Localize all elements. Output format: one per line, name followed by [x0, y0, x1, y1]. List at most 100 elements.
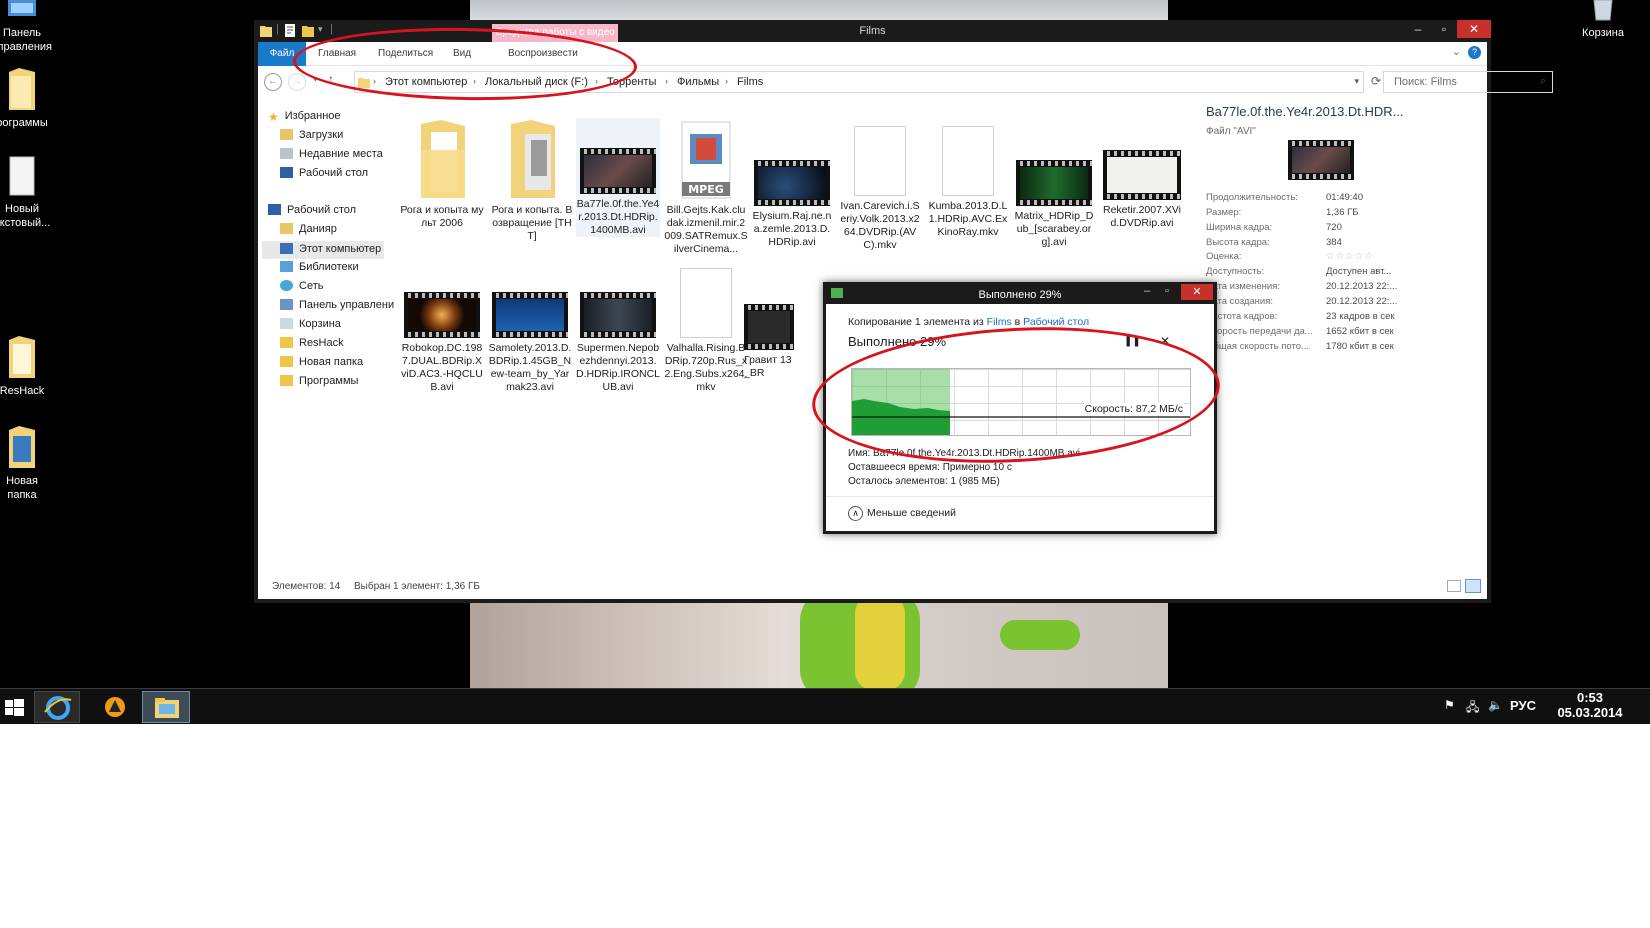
nav-item-reshack[interactable]: ResHack [280, 337, 344, 355]
file-item[interactable]: Рога и копыта мульт 2006 [400, 120, 484, 230]
nav-item-recent-places[interactable]: Недавние места [280, 148, 383, 166]
refresh-icon[interactable]: ⟳ [1371, 74, 1381, 88]
clock[interactable]: 0:53 05.03.2014 [1550, 690, 1630, 720]
speed-label: Скорость: 87,2 МБ/с [1083, 403, 1184, 415]
tab-file[interactable]: Файл [258, 42, 306, 66]
desktop-icon-control-panel[interactable]: Панель управления [0, 0, 52, 54]
mpeg-file-icon: MPEG [681, 121, 731, 199]
nav-item-control-panel[interactable]: Панель управлени [280, 299, 394, 317]
file-item[interactable]: MPEG Bill.Gejts.Kak.cludak.izmenil.mir.2… [664, 120, 748, 256]
nav-item-downloads[interactable]: Загрузки [280, 129, 343, 147]
nav-item-favorites[interactable]: ★ Избранное [268, 110, 341, 128]
source-link[interactable]: Films [987, 316, 1012, 328]
details-view-icon[interactable] [1447, 580, 1461, 592]
star-icon: ★ [268, 110, 279, 124]
file-item[interactable]: Гравит 13_BR [744, 264, 794, 380]
less-details-button[interactable]: ∧ Меньше сведений [848, 506, 956, 521]
close-button[interactable]: ✕ [1181, 284, 1213, 300]
nav-item-user[interactable]: Данияр [280, 223, 337, 241]
file-item-selected[interactable]: Ba77le.0f.the.Ye4r.2013.Dt.HDRip.1400MB.… [576, 118, 660, 237]
nav-item-recycle-bin[interactable]: Корзина [280, 318, 341, 336]
search-icon[interactable]: ⌕ [1540, 75, 1546, 88]
file-item[interactable]: Samolety.2013.D.BDRip.1.45GB_New-team_by… [488, 264, 572, 394]
tab-view[interactable]: Вид [453, 48, 471, 59]
breadcrumb-drive[interactable]: Локальный диск (F:) [485, 76, 588, 88]
file-item[interactable]: Supermen.Nepobezhdennyi.2013.D.HDRip.IRO… [576, 264, 660, 394]
nav-item-this-pc[interactable]: Этот компьютер [262, 241, 384, 259]
file-item[interactable]: Reketir.2007.XVid.DVDRip.avi [1100, 120, 1184, 230]
file-item[interactable]: Matrix_HDRip_Dub_[scarabey.org].avi [1012, 120, 1096, 249]
file-item[interactable]: Valhalla.Rising.BDRip.720p.Rus_x2.Eng.Su… [664, 264, 748, 394]
chevron-down-icon[interactable]: ▾ [1354, 76, 1359, 87]
file-item[interactable]: Elysium.Raj.ne.na.zemle.2013.D.HDRip.avi [750, 120, 834, 249]
prop-rating[interactable]: Оценка: ☆☆☆☆☆ [1206, 251, 1436, 262]
computer-icon [280, 243, 293, 254]
minimize-button[interactable]: – [1405, 20, 1431, 38]
maximize-button[interactable]: ▫ [1431, 20, 1457, 38]
copy-description: Копирование 1 элемента из Films в Рабочи… [848, 316, 1090, 328]
search-input[interactable]: Поиск: Films ⌕ [1383, 71, 1553, 93]
progress-heading: Выполнено 29% [848, 334, 947, 349]
nav-item-programs[interactable]: Программы [280, 375, 358, 393]
recycle-bin-icon [1593, 0, 1613, 21]
minimize-button[interactable]: – [1137, 285, 1157, 297]
taskbar-explorer[interactable] [142, 691, 190, 723]
cancel-button[interactable]: ✕ [1160, 334, 1170, 348]
desktop-icon-new-folder[interactable]: Новая папка [0, 424, 52, 502]
help-icon[interactable]: ? [1468, 46, 1481, 59]
file-item[interactable]: Kumba.2013.D.L1.HDRip.AVC.ExKinoRay.mkv [926, 120, 1010, 239]
flag-icon[interactable]: ⚑ [1444, 698, 1455, 712]
back-button[interactable]: ← [264, 73, 282, 91]
nav-item-desktop[interactable]: Рабочий стол [268, 204, 356, 222]
desktop-icon-programs[interactable]: рограммы [0, 66, 52, 130]
desktop-icon [280, 167, 293, 178]
nav-item-network[interactable]: Сеть [280, 280, 323, 298]
taskbar-ie[interactable] [34, 691, 80, 723]
volume-icon[interactable]: 🔈 [1488, 698, 1503, 712]
breadcrumb-films-ru[interactable]: Фильмы [677, 76, 719, 88]
taskbar-aimp[interactable] [92, 691, 138, 723]
pause-button[interactable]: ❚❚ [1124, 336, 1141, 347]
user-folder-icon [280, 223, 293, 234]
item-count: Элементов: 14 [272, 581, 341, 592]
nav-item-new-folder[interactable]: Новая папка [280, 356, 363, 374]
title-bar[interactable]: | ▾ | Средства работы с видео Films – ▫ … [254, 20, 1491, 42]
nav-item-libraries[interactable]: Библиотеки [280, 261, 359, 279]
clock-date: 05.03.2014 [1557, 705, 1623, 720]
network-icon[interactable]: 🖧 [1466, 698, 1479, 719]
file-item[interactable]: Ivan.Carevich.i.Seriy.Volk.2013.x264.DVD… [838, 120, 922, 252]
address-bar[interactable]: › Этот компьютер › Локальный диск (F:) ›… [354, 71, 1364, 93]
breadcrumb-separator: › [725, 76, 728, 86]
breadcrumb-films[interactable]: Films [737, 76, 763, 88]
nav-item-desktop-fav[interactable]: Рабочий стол [280, 167, 368, 185]
forward-button[interactable]: → [288, 73, 306, 91]
desktop-icon-new-text[interactable]: Новый екстовый... [0, 156, 52, 230]
breadcrumb-separator: › [473, 76, 476, 86]
recent-locations-icon[interactable]: ▾ [313, 74, 318, 85]
window-title: Films [859, 25, 886, 37]
large-icons-view-icon[interactable] [1465, 579, 1481, 593]
breadcrumb-this-pc[interactable]: Этот компьютер [385, 76, 467, 88]
breadcrumb-separator: › [373, 76, 376, 86]
file-item[interactable]: Robokop.DC.1987.DUAL.BDRip.XviD.AC3.-HQC… [400, 264, 484, 394]
copy-progress-dialog: Выполнено 29% – ▫ ✕ Копирование 1 элемен… [823, 282, 1217, 534]
tab-play[interactable]: Воспроизвести [508, 48, 578, 59]
desktop-icon-reshack[interactable]: ResHack [0, 334, 52, 398]
start-button[interactable] [0, 691, 30, 723]
tab-share[interactable]: Поделиться [378, 48, 433, 59]
desktop-icon-recycle-bin[interactable]: Корзина [1568, 0, 1638, 40]
language-indicator[interactable]: РУС [1510, 698, 1536, 713]
up-button[interactable]: ↑ [328, 72, 334, 86]
breadcrumb-torrents[interactable]: Торренты [607, 76, 656, 88]
file-item[interactable]: Рога и копыта. Возвращение [ТНТ] [490, 120, 574, 243]
tab-home[interactable]: Главная [318, 48, 356, 59]
details-pane: Ba77le.0f.the.Ye4r.2013.Dt.HDR... Файл "… [1206, 100, 1436, 540]
close-button[interactable]: ✕ [1457, 20, 1491, 38]
aimp-icon [105, 697, 125, 717]
desktop: Панель управления рограммы Новый екстовы… [0, 0, 1650, 688]
ribbon-expand-icon[interactable]: ⌄ [1452, 45, 1461, 58]
video-thumbnail [1016, 160, 1092, 206]
folder-icon [280, 356, 293, 367]
maximize-button[interactable]: ▫ [1157, 285, 1177, 297]
destination-link[interactable]: Рабочий стол [1023, 316, 1089, 328]
